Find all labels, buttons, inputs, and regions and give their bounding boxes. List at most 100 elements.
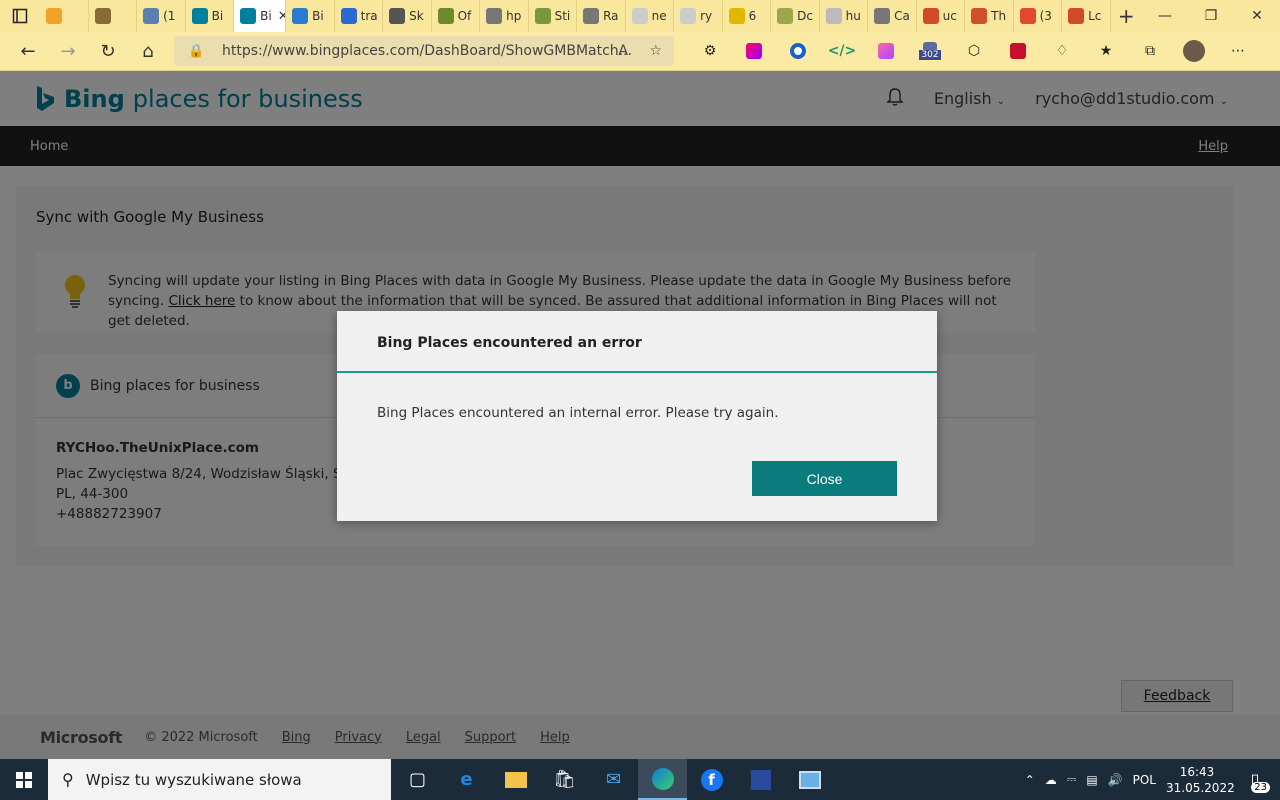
browser-tab[interactable]: Sti (529, 0, 578, 32)
close-button[interactable]: Close (752, 461, 897, 496)
browser-tab[interactable]: Lc (1062, 0, 1111, 32)
redirect-ext-icon[interactable]: 302 (908, 35, 952, 67)
search-icon (486, 8, 503, 24)
browser-tab[interactable]: uc (917, 0, 966, 32)
shield-icon (971, 8, 988, 24)
read-aloud-icon[interactable]: A (618, 43, 628, 59)
restore-button[interactable]: ❐ (1188, 0, 1234, 32)
browser-tab[interactable]: ry (674, 0, 723, 32)
collections-icon[interactable]: ⧉ (1128, 35, 1172, 67)
browser-tab[interactable] (40, 0, 89, 32)
tab-list: (1 Bi Bi ✕ Bi tra Sk Of hp Sti Ra ne ry 6 Dc hu Ca uc Th (3… (40, 0, 1111, 32)
ext-circle-icon[interactable] (776, 35, 820, 67)
more-menu-icon[interactable]: ⋯ (1216, 35, 1260, 67)
close-window-button[interactable]: ✕ (1234, 0, 1280, 32)
store-icon[interactable]: 🛍 (540, 759, 589, 800)
bing-icon (191, 8, 208, 24)
browser-tab[interactable]: Bi (286, 0, 335, 32)
onedrive-icon[interactable]: ☁ (1045, 773, 1057, 787)
browser-tab[interactable]: Sk (383, 0, 432, 32)
start-button[interactable] (0, 759, 48, 800)
tab-label: Ca (894, 9, 910, 23)
clock-time: 16:43 (1179, 764, 1215, 779)
bing-icon (240, 8, 257, 24)
ext-pink-icon[interactable] (732, 35, 776, 67)
pdf-icon (922, 8, 939, 24)
pdf-ext-icon[interactable] (996, 35, 1040, 67)
extensions-puzzle-icon[interactable]: ♢ (1040, 35, 1084, 67)
clock[interactable]: 16:43 31.05.2022 (1166, 764, 1235, 796)
page-icon (680, 8, 697, 24)
facebook-icon[interactable]: f (687, 759, 736, 800)
edge-icon[interactable] (638, 759, 687, 800)
facebook-icon (143, 8, 160, 24)
home-button[interactable]: ⌂ (128, 35, 168, 67)
browser-tab[interactable]: Bi (186, 0, 235, 32)
dialog-title: Bing Places encountered an error (337, 311, 937, 373)
forward-button[interactable]: → (48, 35, 88, 67)
cube-ext-icon[interactable]: ⬡ (952, 35, 996, 67)
app-icon (874, 8, 891, 24)
browser-tab[interactable]: (1 (137, 0, 186, 32)
browser-tab[interactable]: hu (820, 0, 869, 32)
tab-label: hp (506, 9, 522, 23)
page-icon (631, 8, 648, 24)
browser-tab[interactable]: hp (480, 0, 529, 32)
taskbar-search[interactable]: ⚲ Wpisz tu wyszukiwane słowa (48, 759, 391, 800)
tab-label: tra (360, 9, 378, 23)
new-tab-button[interactable]: + (1111, 0, 1142, 32)
cookie-icon (94, 8, 111, 24)
notification-count: 23 (1251, 781, 1270, 793)
address-bar[interactable]: 🔒 https://www.bingplaces.com/DashBoard/S… (174, 36, 674, 66)
back-button[interactable]: ← (8, 35, 48, 67)
keyboard-icon (389, 8, 406, 24)
favorites-icon[interactable]: ★ (1084, 35, 1128, 67)
browser-tab[interactable]: (3 (1014, 0, 1063, 32)
search-placeholder: Wpisz tu wyszukiwane słowa (85, 770, 302, 789)
browser-tab[interactable]: Bi ✕ (234, 0, 287, 32)
edge-legacy-icon[interactable]: e (442, 759, 491, 800)
settings-ext-icon[interactable]: ⚙ (688, 35, 732, 67)
chevron-up-icon[interactable]: ⌃ (1025, 773, 1035, 787)
browser-tab[interactable] (89, 0, 138, 32)
app-icon (777, 8, 794, 24)
close-tab-icon[interactable]: ✕ (278, 9, 285, 24)
minimize-button[interactable]: — (1142, 0, 1188, 32)
browser-tab[interactable]: tra (335, 0, 384, 32)
profile-avatar[interactable] (1172, 35, 1216, 67)
tab-label: Ra (603, 9, 619, 23)
language-indicator[interactable]: POL (1133, 773, 1156, 787)
browser-tab[interactable]: Ra (577, 0, 626, 32)
volume-icon[interactable]: 🔊 (1108, 773, 1123, 787)
notification-center-icon[interactable]: ▯ 23 (1238, 765, 1272, 795)
ext-code-icon[interactable]: </> (820, 35, 864, 67)
favorite-star-icon[interactable]: ☆ (649, 43, 662, 59)
tab-actions-icon[interactable] (0, 0, 40, 32)
windows-taskbar: ⚲ Wpisz tu wyszukiwane słowa ▢ e 🛍 ✉ f ⌃… (0, 759, 1280, 800)
browser-tab[interactable]: Of (432, 0, 481, 32)
power-icon[interactable]: ⎓ (1067, 772, 1077, 787)
network-icon[interactable]: ▤ (1086, 773, 1097, 787)
browser-tab[interactable]: 6 (723, 0, 772, 32)
file-explorer-icon[interactable] (491, 759, 540, 800)
redirect-badge: 302 (919, 50, 941, 60)
chart-icon (825, 8, 842, 24)
mail-icon[interactable]: ✉ (589, 759, 638, 800)
pdf-icon (1068, 8, 1085, 24)
tab-label: Sti (554, 9, 571, 23)
browser-tab[interactable]: Th (965, 0, 1014, 32)
browser-tab[interactable]: ne (626, 0, 675, 32)
refresh-button[interactable]: ↻ (88, 35, 128, 67)
browser-toolbar: ← → ↻ ⌂ 🔒 https://www.bingplaces.com/Das… (0, 32, 1280, 71)
leaf-icon (534, 8, 551, 24)
windows-logo-icon (16, 771, 32, 788)
clock-date: 31.05.2022 (1166, 780, 1235, 795)
error-dialog: Bing Places encountered an error Bing Pl… (337, 311, 937, 521)
ext-pink2-icon[interactable] (864, 35, 908, 67)
save-app-icon[interactable] (736, 759, 785, 800)
browser-tab[interactable]: Dc (771, 0, 820, 32)
tab-label: uc (942, 9, 957, 23)
task-view-icon[interactable]: ▢ (393, 759, 442, 800)
control-panel-icon[interactable] (785, 759, 834, 800)
browser-tab[interactable]: Ca (868, 0, 917, 32)
